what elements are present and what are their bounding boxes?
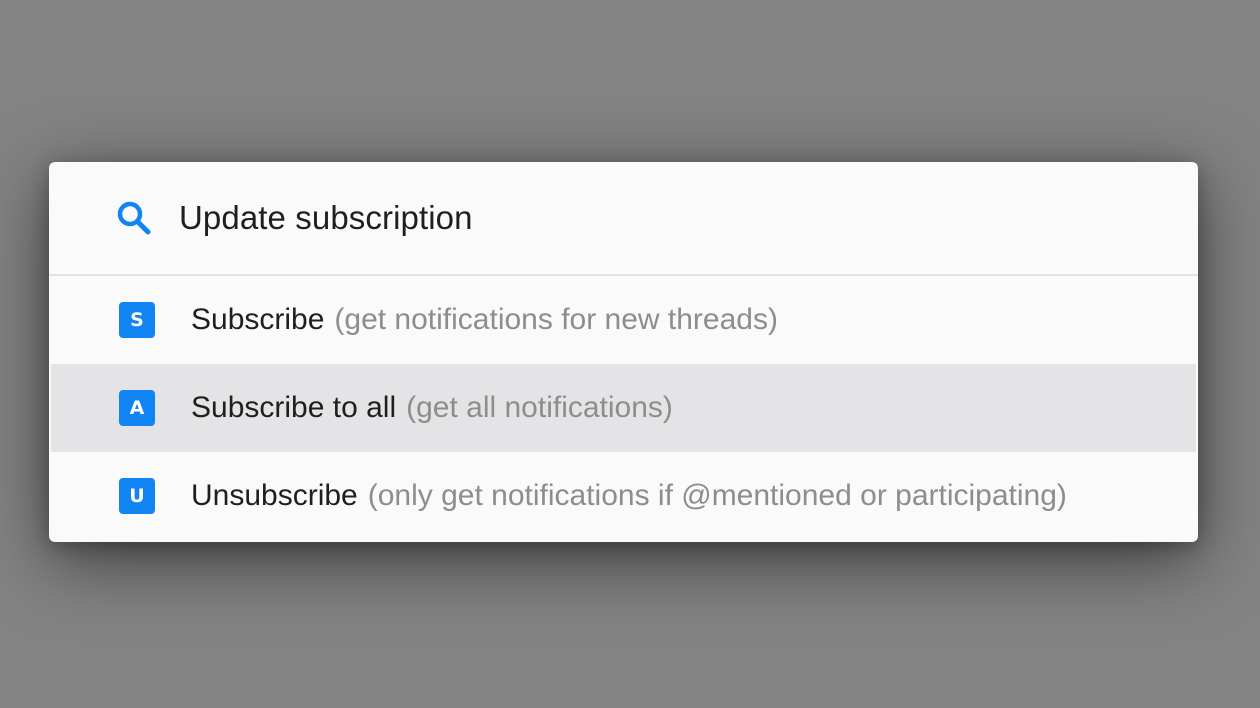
option-subscribe[interactable]: S Subscribe (get notifications for new t… (51, 276, 1196, 364)
shortcut-key-badge: U (119, 478, 155, 514)
option-label: Subscribe (191, 303, 325, 336)
search-bar[interactable]: Update subscription (49, 162, 1198, 276)
shortcut-key-badge: A (119, 390, 155, 426)
option-label: Unsubscribe (191, 479, 358, 512)
command-palette: Update subscription S Subscribe (get not… (49, 162, 1198, 542)
search-input[interactable]: Update subscription (179, 199, 473, 237)
shortcut-key-badge: S (119, 302, 155, 338)
option-description: (get all notifications) (406, 391, 673, 424)
search-icon (115, 199, 153, 237)
option-description: (only get notifications if @mentioned or… (367, 479, 1067, 512)
option-unsubscribe[interactable]: U Unsubscribe (only get notifications if… (51, 452, 1196, 540)
option-label: Subscribe to all (191, 391, 397, 424)
options-list: S Subscribe (get notifications for new t… (49, 276, 1198, 540)
option-subscribe-to-all[interactable]: A Subscribe to all (get all notification… (51, 364, 1196, 452)
option-description: (get notifications for new threads) (334, 303, 778, 336)
